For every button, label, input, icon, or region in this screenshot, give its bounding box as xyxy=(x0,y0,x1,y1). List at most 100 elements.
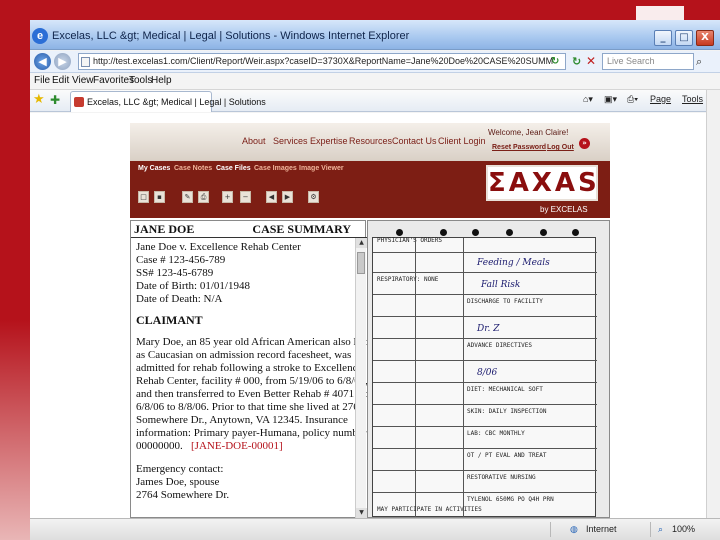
menu-edit[interactable]: Edit xyxy=(52,75,69,86)
case-summary-header: CASE SUMMARY xyxy=(252,222,351,236)
nav-contact-us[interactable]: Contact Us xyxy=(392,136,437,146)
form-row-line xyxy=(373,294,597,295)
address-url[interactable]: http://test.excelas1.com/Client/Report/W… xyxy=(93,56,553,66)
form-row-line xyxy=(373,404,597,405)
emergency-contact-line: James Doe, spouse xyxy=(136,476,220,488)
tab-case-notes[interactable]: Case Notes xyxy=(174,165,212,172)
status-bar: ◍ Internet ⌕ 100% xyxy=(30,518,720,540)
print-icon[interactable]: ⎙▾ xyxy=(627,94,638,105)
minimize-button[interactable]: _ xyxy=(654,30,672,46)
page-menu[interactable]: Page xyxy=(650,94,671,104)
menu-tools[interactable]: Tools xyxy=(129,75,152,86)
browser-tab[interactable]: Excelas, LLC &gt; Medical | Legal | Solu… xyxy=(70,91,266,112)
log-out-arrow-icon[interactable]: » xyxy=(579,138,590,149)
dob-line: Date of Birth: 01/01/1948 xyxy=(136,280,250,292)
refresh-icon[interactable]: ↻ xyxy=(551,56,563,68)
zoom-out-icon[interactable]: − xyxy=(240,191,251,203)
scroll-down-icon[interactable]: ▼ xyxy=(356,508,367,518)
new-document-icon[interactable]: □ xyxy=(138,191,149,203)
add-favorite-icon[interactable]: ✚ xyxy=(50,93,60,107)
settings-icon[interactable]: ⚙ xyxy=(308,191,319,203)
form-row-line xyxy=(373,252,597,253)
punch-hole xyxy=(572,229,579,236)
paragraph-line: admitted for rehab following a stroke to… xyxy=(136,362,363,374)
search-input[interactable]: Live Search xyxy=(602,53,694,70)
page-icon xyxy=(81,57,90,67)
window-title: Excelas, LLC &gt; Medical | Legal | Solu… xyxy=(52,30,410,42)
refresh-arrows-icon[interactable]: ↻ xyxy=(572,55,581,68)
tools-menu[interactable]: Tools xyxy=(682,94,703,104)
close-button[interactable]: X xyxy=(696,30,714,46)
browser-tab-label: Excelas, LLC &gt; Medical | Legal | Solu… xyxy=(87,97,266,107)
feeds-icon[interactable]: ▣▾ xyxy=(604,94,617,105)
page-content: About Services Expertise Resources Conta… xyxy=(30,113,720,518)
log-out-link[interactable]: Log Out xyxy=(547,144,574,151)
reset-password-link[interactable]: Reset Password xyxy=(492,144,546,151)
paragraph-line: as Caucasian on admission record faceshe… xyxy=(136,349,352,361)
form-title: PHYSICIAN'S ORDERS xyxy=(377,237,443,244)
form-printed-row: SKIN: DAILY INSPECTION xyxy=(467,408,547,415)
address-bar[interactable]: http://test.excelas1.com/Client/Report/W… xyxy=(78,53,566,70)
scroll-up-icon[interactable]: ▲ xyxy=(356,238,367,248)
browser-scrollbar[interactable] xyxy=(706,90,720,518)
physician-orders-form: PHYSICIAN'S ORDERS Feeding / Meals Fall … xyxy=(372,237,597,517)
tab-case-images[interactable]: Case Images xyxy=(254,165,297,172)
forward-arrow-icon[interactable]: ▶ xyxy=(54,53,71,70)
menu-view[interactable]: View xyxy=(72,75,94,86)
punch-hole xyxy=(540,229,547,236)
search-icon[interactable]: ⌕ xyxy=(696,55,702,69)
nav-resources[interactable]: Resources xyxy=(349,136,392,146)
zoom-in-icon[interactable]: + xyxy=(222,191,233,203)
form-row-line xyxy=(373,338,597,339)
punch-hole xyxy=(396,229,403,236)
emergency-contact-line: Emergency contact: xyxy=(136,463,224,475)
zoom-level[interactable]: 100% xyxy=(672,524,695,534)
next-page-icon[interactable]: ▶ xyxy=(282,191,293,203)
case-summary-scrollbar[interactable]: ▲ ▼ xyxy=(355,238,367,518)
form-printed-row: RESTORATIVE NURSING xyxy=(467,474,536,481)
nav-client-login[interactable]: Client Login xyxy=(438,136,486,146)
punch-hole xyxy=(472,229,479,236)
nav-expertise[interactable]: Expertise xyxy=(310,136,348,146)
status-separator xyxy=(650,522,651,537)
menu-help[interactable]: Help xyxy=(151,75,172,86)
back-arrow-icon[interactable]: ◀ xyxy=(34,53,51,70)
menu-file[interactable]: File xyxy=(34,75,50,86)
previous-page-icon[interactable]: ◀ xyxy=(266,191,277,203)
status-separator xyxy=(550,522,551,537)
zoom-magnifier-icon[interactable]: ⌕ xyxy=(658,524,663,535)
stop-icon[interactable]: ✕ xyxy=(586,54,596,68)
address-row: ◀ ▶ http://test.excelas1.com/Client/Repo… xyxy=(30,51,720,73)
edit-icon[interactable]: ✎ xyxy=(182,191,193,203)
print-doc-icon[interactable]: ⎙ xyxy=(198,191,209,203)
document-reference-link[interactable]: [JANE-DOE-00001] xyxy=(191,440,283,452)
form-printed-row: OT / PT EVAL AND TREAT xyxy=(467,452,547,459)
tab-my-cases[interactable]: My Cases xyxy=(138,165,170,172)
save-icon[interactable]: ▪ xyxy=(154,191,165,203)
form-row-line xyxy=(373,272,597,273)
excelas-site: About Services Expertise Resources Conta… xyxy=(130,123,610,518)
form-row-line xyxy=(373,448,597,449)
scroll-thumb[interactable] xyxy=(357,252,365,274)
slide-top-bar xyxy=(0,0,720,20)
nav-about[interactable]: About xyxy=(242,136,266,146)
maximize-button[interactable]: □ xyxy=(675,30,693,46)
ie-window: e Excelas, LLC &gt; Medical | Legal | So… xyxy=(30,20,720,540)
welcome-text: Welcome, Jean Claire! xyxy=(488,128,569,137)
form-printed-row: LAB: CBC MONTHLY xyxy=(467,430,525,437)
menu-bar: File Edit View Favorites Tools Help xyxy=(30,73,720,90)
favorites-star-icon[interactable]: ★ xyxy=(33,92,45,107)
emergency-contact-line: 2764 Somewhere Dr. xyxy=(136,489,230,501)
menu-favorites[interactable]: Favorites xyxy=(93,75,134,86)
case-number-line: Case # 123-456-789 xyxy=(136,254,226,266)
tab-image-viewer[interactable]: Image Viewer xyxy=(299,165,344,172)
paragraph-line: Mary Doe, an 85 year old African America… xyxy=(136,336,378,348)
nav-services[interactable]: Services xyxy=(273,136,308,146)
tab-case-files[interactable]: Case Files xyxy=(216,165,251,172)
handwritten-note: Dr. Z xyxy=(477,324,500,334)
form-column-line xyxy=(463,238,464,517)
punch-hole xyxy=(440,229,447,236)
security-zone: Internet xyxy=(586,524,617,534)
form-printed-row: MAY PARTICIPATE IN ACTIVITIES xyxy=(377,506,482,513)
home-icon[interactable]: ⌂▾ xyxy=(583,94,593,105)
